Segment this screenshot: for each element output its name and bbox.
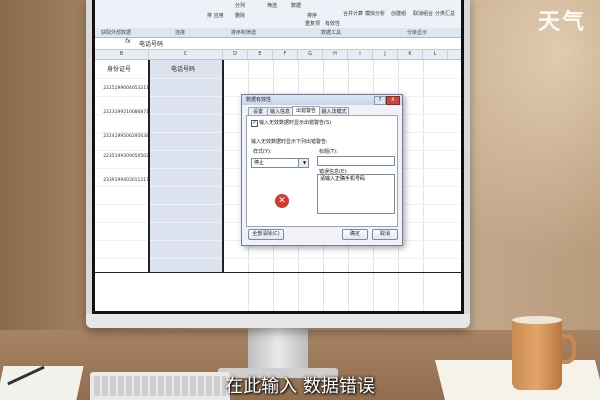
watermark-logo: 天气 <box>537 10 586 35</box>
table-border <box>222 60 224 272</box>
monitor-stand <box>248 328 308 370</box>
group-outline: 分级显示 <box>407 30 428 36</box>
style-select[interactable]: 停止 ▼ <box>251 158 309 168</box>
ok-button[interactable]: 确定 <box>342 229 368 240</box>
id-cell[interactable]: 2224199506295638 <box>95 134 149 139</box>
group-get-external-data: 获取外部数据 <box>101 30 132 36</box>
column-header-e[interactable]: E <box>248 50 273 59</box>
group-connections: 连接 <box>175 30 186 36</box>
monitor-bezel <box>86 314 470 328</box>
ribbon-item-remove-duplicates[interactable]: 重复项 <box>305 20 320 27</box>
monitor: 分列 删除 排 应用 筛选 数据 排序 重复项 有效性 合并计算 模拟分析 创建… <box>86 0 470 328</box>
dialog-title: 数据有效性 <box>246 97 272 103</box>
ribbon-item-data-validation[interactable]: 有效性 <box>325 20 340 27</box>
close-button[interactable]: X <box>386 96 400 105</box>
ribbon-item-what-if[interactable]: 模拟分析 <box>365 10 385 17</box>
style-value: 停止 <box>254 160 265 166</box>
subtitle-caption: 在此输入 数据错误 <box>225 376 375 397</box>
column-header-c[interactable]: C <box>149 50 223 59</box>
formula-input[interactable]: 电话号码 <box>139 39 163 48</box>
cancel-button[interactable]: 取消 <box>372 229 398 240</box>
formula-bar[interactable]: fx 电话号码 <box>95 38 461 50</box>
column-header-h[interactable]: H <box>323 50 348 59</box>
group-sort-filter: 排序和筛选 <box>231 30 257 36</box>
column-header-l[interactable]: L <box>423 50 448 59</box>
ribbon-item-sort[interactable]: 排序 <box>307 12 317 19</box>
fx-icon[interactable]: fx <box>125 38 131 45</box>
style-label: 样式(Y): <box>253 149 272 155</box>
ribbon-item-filter[interactable]: 筛选 <box>267 2 277 9</box>
column-header-g[interactable]: G <box>298 50 323 59</box>
column-header-d[interactable]: D <box>223 50 248 59</box>
header-cell-id-number[interactable]: 身份证号 <box>107 64 131 73</box>
column-header-b[interactable]: B <box>95 50 149 59</box>
dialog-title-bar[interactable]: 数据有效性 ? X <box>242 95 402 105</box>
column-header-f[interactable]: F <box>273 50 298 59</box>
grid-line <box>423 60 424 311</box>
ribbon-item-consolidate[interactable]: 合并计算 <box>343 10 363 17</box>
ribbon-groups: 获取外部数据 连接 排序和筛选 数据工具 分级显示 <box>95 28 461 38</box>
checkbox-label: 输入无效数据时显示出错警告(S) <box>259 120 332 126</box>
group-data-tools: 数据工具 <box>321 30 342 36</box>
id-cell[interactable]: 2235199309050502 <box>95 154 149 159</box>
data-validation-dialog: 数据有效性 ? X 设置 输入信息 出错警告 输入法模式 ✓ 输入无效数据时显示… <box>241 94 403 246</box>
error-message-value: 请输入正确手机号码 <box>320 176 366 182</box>
column-header-i[interactable]: I <box>348 50 373 59</box>
title-input[interactable] <box>317 156 395 166</box>
ribbon-item-ungroup[interactable]: 取消组合 <box>413 10 433 17</box>
column-headers: B C D E F G H I J K L <box>95 50 461 60</box>
id-cell[interactable]: 2223199210086871 <box>95 110 149 115</box>
ribbon-item-reapply[interactable]: 排 应用 <box>207 12 224 19</box>
stop-error-icon: ✕ <box>275 194 289 208</box>
ribbon: 分列 删除 排 应用 筛选 数据 排序 重复项 有效性 合并计算 模拟分析 创建… <box>95 0 461 29</box>
title-label: 标题(T): <box>319 149 338 155</box>
clear-all-button[interactable]: 全部清除(C) <box>248 229 284 240</box>
mug-rim <box>512 316 562 324</box>
header-cell-phone[interactable]: 电话号码 <box>171 64 195 73</box>
error-message-textarea[interactable]: 请输入正确手机号码 <box>317 174 395 214</box>
chevron-down-icon[interactable]: ▼ <box>298 159 308 167</box>
show-error-alert-checkbox[interactable]: ✓ <box>251 120 258 127</box>
ribbon-item-text-to-columns[interactable]: 分列 <box>235 2 245 9</box>
column-header-j[interactable]: J <box>373 50 398 59</box>
error-alert-panel: ✓ 输入无效数据时显示出错警告(S) 输入无效数据时显示下列出错警告: 样式(Y… <box>246 115 398 227</box>
ribbon-item-remove[interactable]: 删除 <box>235 12 245 19</box>
section-label: 输入无效数据时显示下列出错警告: <box>251 139 328 145</box>
table-bottom-border <box>95 272 461 273</box>
help-button[interactable]: ? <box>374 96 386 105</box>
ribbon-item-group[interactable]: 创建组 <box>391 10 406 17</box>
column-header-k[interactable]: K <box>398 50 423 59</box>
id-cell[interactable]: 2225199004053211 <box>95 86 149 91</box>
id-cell[interactable]: 2339199403011217 <box>95 178 149 183</box>
excel-window: 分列 删除 排 应用 筛选 数据 排序 重复项 有效性 合并计算 模拟分析 创建… <box>92 0 464 314</box>
table-border <box>148 60 150 272</box>
ribbon-item-subtotal[interactable]: 分类汇总 <box>435 10 455 17</box>
ribbon-item-data[interactable]: 数据 <box>291 2 301 9</box>
